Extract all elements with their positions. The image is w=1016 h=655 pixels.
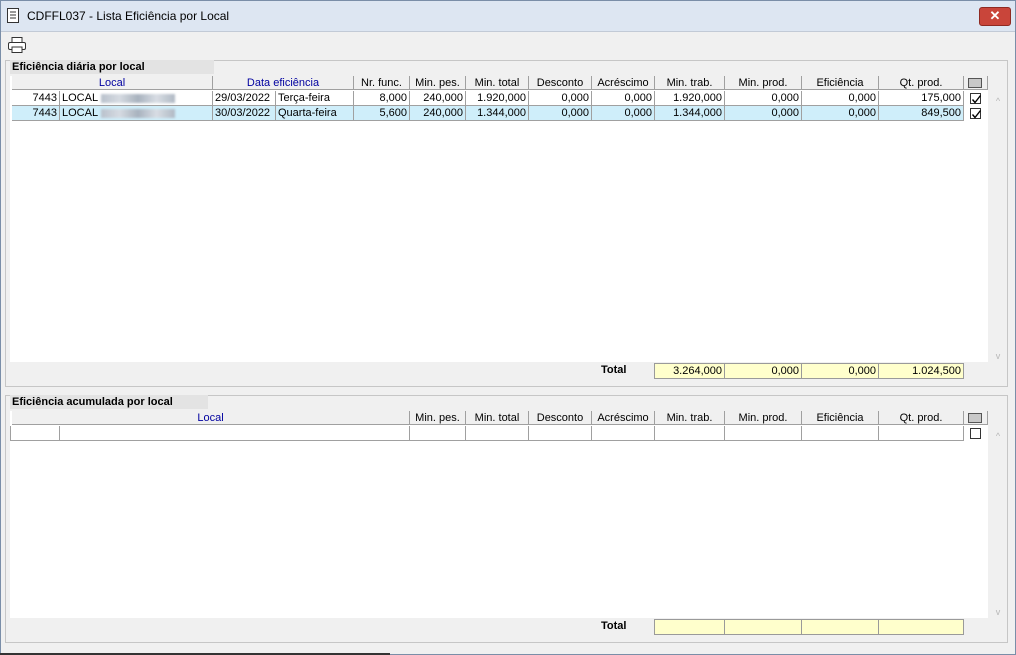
col-local[interactable]: Local: [12, 76, 213, 90]
row-nr-func: 5,600: [354, 106, 410, 121]
col-select-header[interactable]: [964, 76, 988, 90]
row-weekday: Quarta-feira: [276, 106, 354, 121]
scroll-down-icon[interactable]: v: [993, 352, 1003, 361]
row-checkbox[interactable]: [970, 93, 982, 104]
daily-total-eficiencia: 0,000: [801, 363, 879, 379]
col-acrescimo[interactable]: Acréscimo: [592, 411, 655, 425]
printer-icon[interactable]: [7, 36, 27, 54]
window-title: CDFFL037 - Lista Eficiência por Local: [27, 9, 230, 23]
row-weekday: Terça-feira: [276, 91, 354, 106]
scroll-down-icon[interactable]: v: [993, 608, 1003, 617]
check-icon: [971, 110, 982, 119]
accumulated-efficiency-group: Eficiência acumulada por local Local Min…: [5, 395, 1008, 643]
row-local: [60, 426, 410, 441]
row-eficiencia: 0,000: [802, 91, 879, 106]
row-acrescimo: 0,000: [592, 106, 655, 121]
row-local: LOCAL: [60, 106, 213, 121]
daily-total-qt-prod: 1.024,500: [878, 363, 964, 379]
accumulated-efficiency-title: Eficiência acumulada por local: [10, 395, 208, 409]
row-code: 7443: [12, 91, 60, 106]
col-min-total[interactable]: Min. total: [466, 411, 529, 425]
col-eficiencia[interactable]: Eficiência: [802, 76, 879, 90]
document-icon: [7, 8, 19, 23]
row-qt-prod: 175,000: [879, 91, 964, 106]
col-min-pes[interactable]: Min. pes.: [410, 76, 466, 90]
main-window: CDFFL037 - Lista Eficiência por Local ✕ …: [0, 0, 1016, 655]
row-desconto: [529, 426, 592, 441]
daily-total-min-prod: 0,000: [724, 363, 802, 379]
row-local: LOCAL: [60, 91, 213, 106]
row-date: 29/03/2022: [213, 91, 276, 106]
redacted-text: [101, 108, 176, 118]
col-qt-prod[interactable]: Qt. prod.: [879, 411, 964, 425]
col-min-total[interactable]: Min. total: [466, 76, 529, 90]
row-qt-prod: [879, 426, 964, 441]
row-acrescimo: 0,000: [592, 91, 655, 106]
row-min-trab: 1.920,000: [655, 91, 725, 106]
redacted-text: [101, 93, 176, 103]
row-code: [10, 426, 60, 441]
row-date: 30/03/2022: [213, 106, 276, 121]
row-checkbox[interactable]: [970, 108, 982, 119]
col-local[interactable]: Local: [12, 411, 410, 425]
row-eficiencia: [802, 426, 879, 441]
row-local-label: LOCAL: [62, 107, 99, 119]
col-desconto[interactable]: Desconto: [529, 76, 592, 90]
table-row-empty[interactable]: [10, 426, 988, 441]
row-min-prod: [725, 426, 802, 441]
accumulated-total-min-prod: [724, 619, 802, 635]
row-desconto: 0,000: [529, 91, 592, 106]
check-icon: [971, 95, 982, 104]
row-desconto: 0,000: [529, 106, 592, 121]
table-row-selected[interactable]: 7443 LOCAL 30/03/2022 Quarta-feira 5,600…: [10, 106, 988, 121]
row-eficiencia: 0,000: [802, 106, 879, 121]
col-min-prod[interactable]: Min. prod.: [725, 76, 802, 90]
daily-efficiency-title: Eficiência diária por local: [10, 60, 214, 74]
row-min-prod: 0,000: [725, 91, 802, 106]
row-min-pes: 240,000: [410, 91, 466, 106]
col-data[interactable]: Data eficiência: [213, 76, 354, 90]
row-min-pes: 240,000: [410, 106, 466, 121]
table-row[interactable]: 7443 LOCAL 29/03/2022 Terça-feira 8,000 …: [10, 91, 988, 106]
col-select-header[interactable]: [964, 411, 988, 425]
col-desconto[interactable]: Desconto: [529, 411, 592, 425]
scroll-up-icon[interactable]: ^: [993, 432, 1003, 441]
close-button[interactable]: ✕: [979, 7, 1011, 26]
accumulated-total-qt-prod: [878, 619, 964, 635]
row-code: 7443: [12, 106, 60, 121]
daily-grid: Local Data eficiência Nr. func. Min. pes…: [10, 76, 1000, 362]
row-min-total: [466, 426, 529, 441]
row-min-prod: 0,000: [725, 106, 802, 121]
col-qt-prod[interactable]: Qt. prod.: [879, 76, 964, 90]
row-local-label: LOCAL: [62, 92, 99, 104]
col-nr-func[interactable]: Nr. func.: [354, 76, 410, 90]
scroll-up-icon[interactable]: ^: [993, 97, 1003, 106]
col-min-prod[interactable]: Min. prod.: [725, 411, 802, 425]
accumulated-total-eficiencia: [801, 619, 879, 635]
row-qt-prod: 849,500: [879, 106, 964, 121]
accumulated-grid: Local Min. pes. Min. total Desconto Acré…: [10, 411, 1000, 618]
row-checkbox[interactable]: [970, 428, 981, 439]
select-all-button[interactable]: [968, 78, 982, 88]
col-min-trab[interactable]: Min. trab.: [655, 76, 725, 90]
col-min-trab[interactable]: Min. trab.: [655, 411, 725, 425]
accumulated-total-min-trab: [654, 619, 725, 635]
row-min-total: 1.344,000: [466, 106, 529, 121]
row-acrescimo: [592, 426, 655, 441]
row-nr-func: 8,000: [354, 91, 410, 106]
row-min-pes: [410, 426, 466, 441]
daily-total-label: Total: [601, 364, 627, 376]
daily-total-min-trab: 3.264,000: [654, 363, 725, 379]
row-min-trab: 1.344,000: [655, 106, 725, 121]
row-min-trab: [655, 426, 725, 441]
col-min-pes[interactable]: Min. pes.: [410, 411, 466, 425]
accumulated-total-label: Total: [601, 620, 627, 632]
col-acrescimo[interactable]: Acréscimo: [592, 76, 655, 90]
daily-efficiency-group: Eficiência diária por local Local Data e…: [5, 60, 1008, 387]
title-bar: CDFFL037 - Lista Eficiência por Local ✕: [1, 1, 1015, 32]
row-min-total: 1.920,000: [466, 91, 529, 106]
col-eficiencia[interactable]: Eficiência: [802, 411, 879, 425]
toolbar: [1, 32, 1015, 58]
select-all-button[interactable]: [968, 413, 982, 423]
